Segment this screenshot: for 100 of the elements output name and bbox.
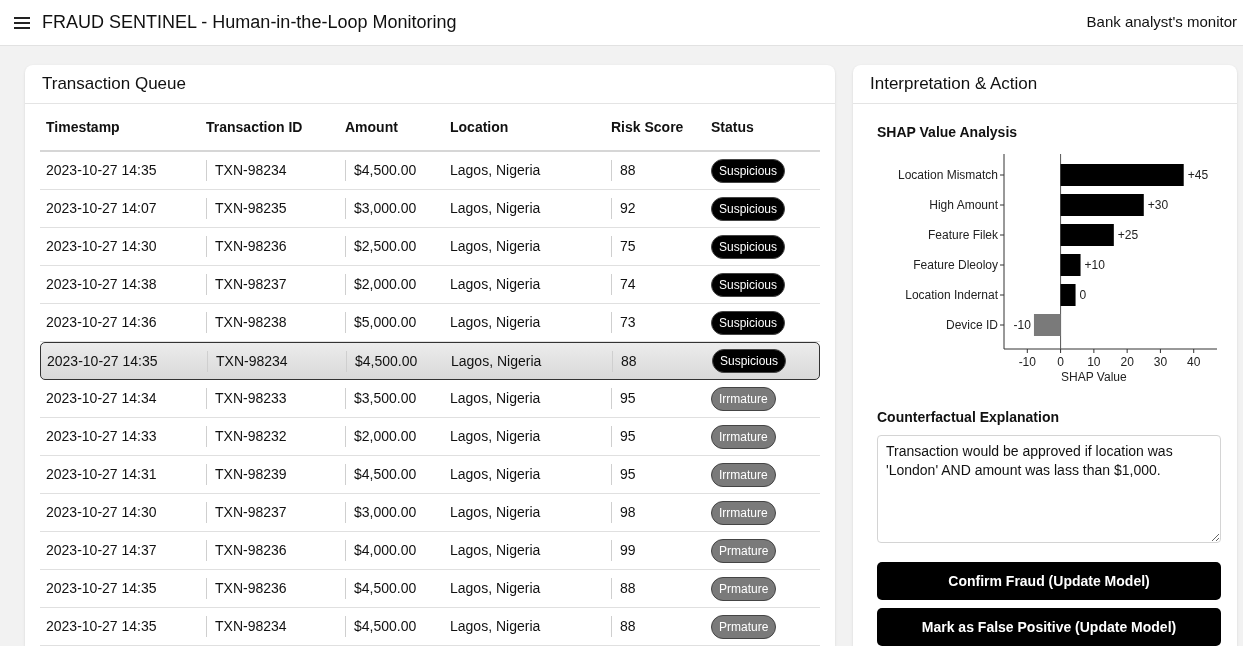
app-title: FRAUD SENTINEL - Human-in-the-Loop Monitoring (42, 11, 457, 34)
status-badge: Suspicious (711, 196, 786, 221)
value-label: +10 (1084, 258, 1105, 272)
table-row[interactable]: 2023-10-27 14:34 TXN-98233 $3,500.00 Lagos, Nigeria 95 Irrmature (40, 380, 820, 418)
table-cell: $2,500.00 (354, 238, 417, 254)
table-cell: 2023-10-27 14:35 (47, 352, 158, 369)
table-cell: 2023-10-27 14:30 (46, 238, 157, 254)
table-cell: 2023-10-27 14:36 (46, 314, 157, 330)
table-cell: $4,500.00 (355, 352, 418, 369)
table-cell: 2023-10-27 14:35 (46, 618, 157, 634)
section-title: Counterfactual Explanation (877, 408, 1061, 427)
table-cell: Lagos, Nigeria (450, 580, 541, 596)
header-subtitle: Bank analyst's monitor (1086, 12, 1237, 33)
column-header: Timestamp (46, 117, 120, 137)
category-label: High Amount (929, 198, 998, 212)
status-badge: Suspicious (712, 349, 787, 373)
table-cell: $3,000.00 (354, 504, 417, 520)
table-row[interactable]: 2023-10-27 14:35 TXN-98234 $4,500.00 Lagos, Nigeria 88 Suspicious (40, 342, 820, 380)
table-cell: 2023-10-27 14:38 (46, 276, 157, 292)
table-cell: $4,000.00 (354, 542, 417, 558)
table-cell: 75 (620, 238, 636, 254)
table-cell: 2023-10-27 14:34 (46, 390, 157, 406)
column-header: Location (450, 117, 509, 137)
table-cell: $4,500.00 (354, 580, 417, 596)
table-cell: $5,000.00 (354, 314, 417, 330)
status-badge: Prmature (711, 614, 777, 639)
table-row[interactable]: 2023-10-27 14:35 TXN-98234 $4,500.00 Lagos, Nigeria 88 Suspicious (40, 152, 820, 190)
table-cell: TXN-98236 (215, 238, 287, 254)
table-cell: TXN-98237 (215, 276, 287, 292)
column-header: Status (711, 117, 754, 137)
table-cell: 88 (621, 352, 637, 369)
table-row[interactable]: 2023-10-27 14:38 TXN-98237 $2,000.00 Lagos, Nigeria 74 Suspicious (40, 266, 820, 304)
tick-label: 0 (1057, 355, 1064, 369)
table-cell: Lagos, Nigeria (450, 428, 541, 444)
column-header: Risk Score (611, 117, 684, 137)
table-cell: 88 (620, 618, 636, 634)
table-cell: 88 (620, 162, 636, 178)
table-row[interactable]: 2023-10-27 14:07 TXN-98235 $3,000.00 Lagos, Nigeria 92 Suspicious (40, 190, 820, 228)
tick-label: 10 (1087, 355, 1101, 369)
value-label: -10 (1013, 318, 1031, 332)
tick-label: 30 (1153, 355, 1168, 369)
table-cell: 95 (620, 466, 636, 482)
table-cell: 2023-10-27 14:31 (46, 466, 157, 482)
table-cell: $4,500.00 (354, 162, 417, 178)
table-row[interactable]: 2023-10-27 14:31 TXN-98239 $4,500.00 Lagos, Nigeria 95 Irrmature (40, 456, 820, 494)
table-cell: $4,500.00 (354, 618, 417, 634)
table-cell: 73 (620, 314, 636, 330)
table-cell: 2023-10-27 14:30 (46, 504, 157, 520)
status-badge: Prmature (711, 576, 777, 601)
table-cell: 95 (620, 390, 636, 406)
table-cell: $2,000.00 (354, 276, 417, 292)
table-cell: Lagos, Nigeria (450, 504, 541, 520)
table-cell: Lagos, Nigeria (450, 162, 541, 178)
table-cell: 2023-10-27 14:37 (46, 542, 157, 558)
table-cell: Lagos, Nigeria (450, 238, 541, 254)
table-row[interactable]: 2023-10-27 14:30 TXN-98236 $2,500.00 Lagos, Nigeria 75 Suspicious (40, 228, 820, 266)
status-badge: Irrmature (711, 424, 776, 449)
table-cell: 2023-10-27 14:33 (46, 428, 157, 444)
table-cell: 95 (620, 428, 636, 444)
tick-label: 20 (1120, 355, 1134, 369)
status-badge: Suspicious (711, 158, 786, 183)
axis-title: SHAP Value (1061, 370, 1127, 384)
table-cell: $2,000.00 (354, 428, 417, 444)
table-cell: Lagos, Nigeria (450, 542, 541, 558)
table-cell: $4,500.00 (354, 466, 417, 482)
table-row[interactable]: 2023-10-27 14:35 TXN-98234 $4,500.00 Lagos, Nigeria 88 Prmature (40, 608, 820, 646)
table-row[interactable]: 2023-10-27 14:30 TXN-98237 $3,000.00 Lagos, Nigeria 98 Irrmature (40, 494, 820, 532)
table-cell: 74 (620, 276, 636, 292)
table-cell: TXN-98236 (215, 580, 287, 596)
status-badge: Irrmature (711, 500, 776, 525)
table-cell: 2023-10-27 14:35 (46, 580, 157, 596)
action-button[interactable]: Confirm Fraud (Update Model) (877, 562, 1221, 600)
menu-icon[interactable] (14, 15, 30, 30)
table-cell: TXN-98232 (215, 428, 287, 444)
table-cell: Lagos, Nigeria (450, 276, 541, 292)
table-cell: 99 (620, 542, 636, 558)
tick-label: -10 (1018, 355, 1036, 369)
table-cell: Lagos, Nigeria (450, 466, 541, 482)
status-badge: Suspicious (711, 234, 786, 259)
table-cell: 2023-10-27 14:07 (46, 200, 157, 216)
value-label: +25 (1117, 228, 1139, 242)
table-cell: TXN-98239 (215, 466, 287, 482)
section-title: SHAP Value Analysis (877, 123, 1019, 142)
table-cell: TXN-98234 (215, 162, 287, 178)
panel-title: Transaction Queue (42, 73, 186, 96)
status-badge: Prmature (711, 538, 777, 563)
table-row[interactable]: 2023-10-27 14:35 TXN-98236 $4,500.00 Lagos, Nigeria 88 Prmature (40, 570, 820, 608)
table-cell: $3,000.00 (354, 200, 417, 216)
table-cell: TXN-98234 (216, 352, 288, 369)
table-cell: TXN-98236 (215, 542, 287, 558)
table-cell: TXN-98235 (215, 200, 287, 216)
table-cell: TXN-98237 (215, 504, 287, 520)
table-row[interactable]: 2023-10-27 14:37 TXN-98236 $4,000.00 Lagos, Nigeria 99 Prmature (40, 532, 820, 570)
explanation-textarea[interactable]: Transaction would be approved if location was 'London' AND amount was lass than $1,000. (877, 435, 1221, 543)
table-cell: 98 (620, 504, 636, 520)
column-header: Transaction ID (206, 117, 303, 137)
table-row[interactable]: 2023-10-27 14:33 TXN-98232 $2,000.00 Lagos, Nigeria 95 Irrmature (40, 418, 820, 456)
status-badge: Irrmature (711, 462, 776, 487)
table-cell: $3,500.00 (354, 390, 417, 406)
action-button[interactable]: Mark as False Positive (Update Model) (877, 608, 1221, 646)
